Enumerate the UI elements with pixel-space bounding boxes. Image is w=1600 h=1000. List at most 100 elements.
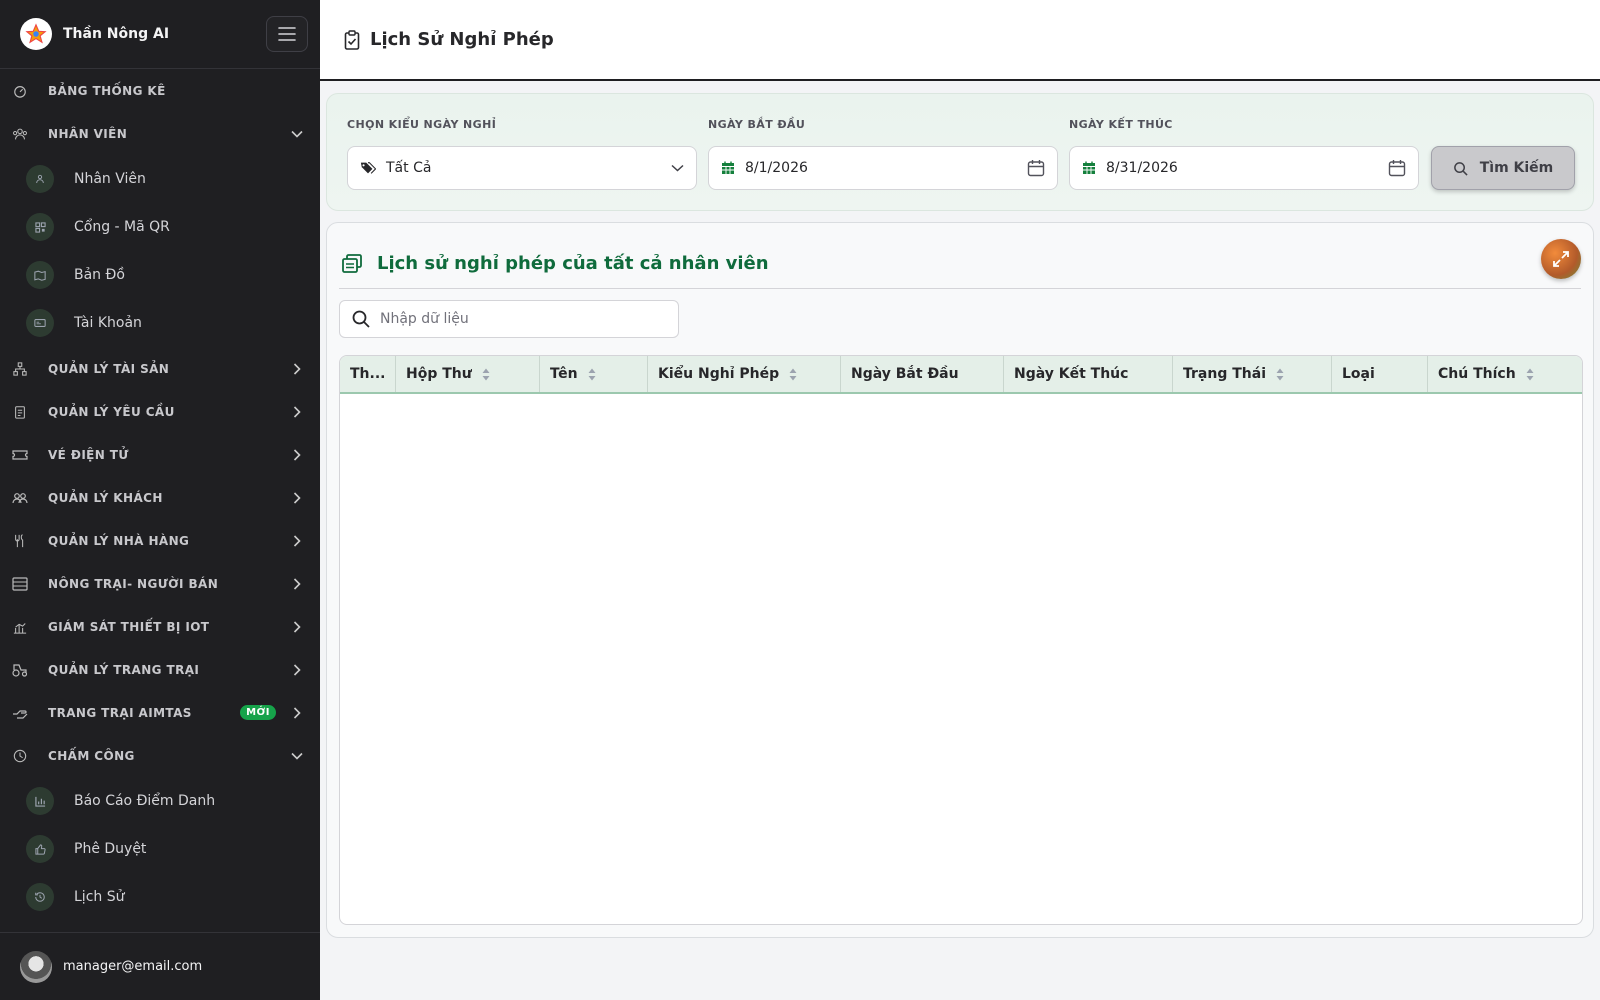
sitemap-icon [12, 361, 28, 377]
calendar-icon[interactable] [1388, 159, 1406, 177]
sort-icon[interactable] [789, 368, 797, 381]
chevron-right-icon [290, 362, 304, 376]
column-header-end-date[interactable]: Ngày Kết Thúc [1004, 356, 1173, 392]
start-date-label: NGÀY BẮT ĐẦU [708, 118, 806, 131]
sidebar-subitem-map[interactable]: Bản Đồ [0, 251, 320, 299]
bar-chart-icon [26, 787, 54, 815]
chevron-right-icon [290, 534, 304, 548]
users-icon [12, 126, 28, 142]
calendar-grid-icon [1083, 161, 1095, 174]
chart-icon [12, 619, 28, 635]
sort-icon[interactable] [482, 368, 490, 381]
user-profile[interactable]: manager@email.com [0, 932, 320, 1000]
sidebar-subitem-attendance-report[interactable]: Báo Cáo Điểm Danh [0, 777, 320, 825]
chevron-right-icon [290, 491, 304, 505]
sidebar-subitem-employees[interactable]: Nhân Viên [0, 155, 320, 203]
end-date-value: 8/31/2026 [1106, 160, 1178, 176]
sidebar-item-aimtas-farm[interactable]: TRANG TRẠI AIMTAS MỚI [0, 691, 320, 734]
sidebar-item-restaurant[interactable]: QUẢN LÝ NHÀ HÀNG [0, 519, 320, 562]
sidebar-subitem-history[interactable]: Lịch Sử [0, 873, 320, 921]
sidebar-item-requests[interactable]: QUẢN LÝ YÊU CẦU [0, 390, 320, 433]
chevron-down-icon [290, 127, 304, 141]
table-header: Th... Hộp Thư Tên Kiểu Nghỉ Phép Ngày Bắ… [340, 356, 1582, 394]
end-date-input[interactable]: 8/31/2026 [1069, 146, 1419, 190]
search-icon [352, 310, 370, 328]
gauge-icon [12, 83, 28, 99]
leave-type-value: Tất Cả [386, 160, 432, 176]
id-card-icon [26, 309, 54, 337]
utensils-icon [12, 533, 28, 549]
new-badge: MỚI [240, 705, 276, 720]
store-icon [12, 576, 28, 592]
sidebar-item-iot[interactable]: GIÁM SÁT THIẾT BỊ IOT [0, 605, 320, 648]
search-icon [1453, 161, 1468, 176]
column-header-type[interactable]: Loại [1332, 356, 1428, 392]
column-header-note[interactable]: Chú Thích [1428, 356, 1582, 392]
sidebar: Thần Nông AI BẢNG THỐNG KÊ NHÂN VIÊN Nhâ… [0, 0, 320, 1000]
column-header-status[interactable]: Trạng Thái [1173, 356, 1332, 392]
calendar-grid-icon [722, 161, 734, 174]
sidebar-header: Thần Nông AI [0, 0, 320, 69]
sidebar-item-employees[interactable]: NHÂN VIÊN [0, 112, 320, 155]
end-date-label: NGÀY KẾT THÚC [1069, 118, 1173, 131]
hamburger-icon [278, 27, 296, 41]
column-header-mailbox[interactable]: Hộp Thư [396, 356, 540, 392]
sort-icon[interactable] [588, 368, 596, 381]
sort-icon[interactable] [1276, 368, 1284, 381]
avatar [20, 950, 52, 983]
sidebar-subitem-approval[interactable]: Phê Duyệt [0, 825, 320, 873]
clipboard-icon [12, 404, 28, 420]
sidebar-item-e-tickets[interactable]: VÉ ĐIỆN TỬ [0, 433, 320, 476]
clipboard-check-icon [344, 29, 360, 50]
expand-button[interactable] [1541, 239, 1581, 279]
ticket-icon [12, 447, 28, 463]
sidebar-item-dashboard[interactable]: BẢNG THỐNG KÊ [0, 69, 320, 112]
menu-toggle-button[interactable] [266, 16, 308, 52]
start-date-input[interactable]: 8/1/2026 [708, 146, 1058, 190]
column-header[interactable]: Th... [340, 356, 396, 392]
column-header-leave-type[interactable]: Kiểu Nghỉ Phép [648, 356, 841, 392]
app-logo[interactable] [20, 18, 52, 50]
table-search[interactable] [339, 300, 679, 338]
users-icon [26, 165, 54, 193]
leave-history-table: Th... Hộp Thư Tên Kiểu Nghỉ Phép Ngày Bắ… [339, 355, 1583, 925]
leave-type-select[interactable]: Tất Cả [347, 146, 697, 190]
qr-icon [26, 213, 54, 241]
sidebar-subitem-account[interactable]: Tài Khoản [0, 299, 320, 347]
tag-icon [360, 162, 376, 174]
page-header: Lịch Sử Nghỉ Phép [320, 0, 1600, 81]
leave-history-panel: Lịch sử nghỉ phép của tất cả nhân viên T… [326, 222, 1594, 938]
sidebar-item-farm-seller[interactable]: NÔNG TRẠI- NGƯỜI BÁN [0, 562, 320, 605]
chevron-right-icon [290, 405, 304, 419]
sidebar-nav: BẢNG THỐNG KÊ NHÂN VIÊN Nhân Viên Cổng -… [0, 69, 320, 921]
tractor-icon [12, 662, 28, 678]
sidebar-item-guests[interactable]: QUẢN LÝ KHÁCH [0, 476, 320, 519]
column-header-start-date[interactable]: Ngày Bắt Đầu [841, 356, 1004, 392]
sidebar-item-timekeeping[interactable]: CHẤM CÔNG [0, 734, 320, 777]
sort-icon[interactable] [1526, 368, 1534, 381]
search-input[interactable] [380, 311, 660, 327]
user-email: manager@email.com [63, 959, 203, 974]
app-title: Thần Nông AI [63, 26, 170, 42]
calendar-icon[interactable] [1027, 159, 1045, 177]
chevron-right-icon [290, 663, 304, 677]
sidebar-item-farm-management[interactable]: QUẢN LÝ TRANG TRẠI [0, 648, 320, 691]
start-date-value: 8/1/2026 [745, 160, 808, 176]
copy-icon [342, 253, 362, 273]
leave-type-label: CHỌN KIỂU NGÀY NGHỈ [347, 118, 497, 131]
clock-icon [12, 748, 28, 764]
history-icon [26, 883, 54, 911]
sidebar-subitem-gate-qr[interactable]: Cổng - Mã QR [0, 203, 320, 251]
search-button[interactable]: Tìm Kiếm [1431, 146, 1575, 190]
thumbs-up-icon [26, 835, 54, 863]
panel-title: Lịch sử nghỉ phép của tất cả nhân viên [377, 253, 769, 274]
chevron-right-icon [290, 706, 304, 720]
expand-icon [1553, 251, 1569, 267]
sidebar-item-assets[interactable]: QUẢN LÝ TÀI SẢN [0, 347, 320, 390]
chevron-right-icon [290, 448, 304, 462]
chevron-right-icon [290, 620, 304, 634]
panel-header: Lịch sử nghỉ phép của tất cả nhân viên [339, 239, 1581, 289]
chevron-down-icon [290, 749, 304, 763]
column-header-name[interactable]: Tên [540, 356, 648, 392]
page-title: Lịch Sử Nghỉ Phép [370, 29, 554, 50]
